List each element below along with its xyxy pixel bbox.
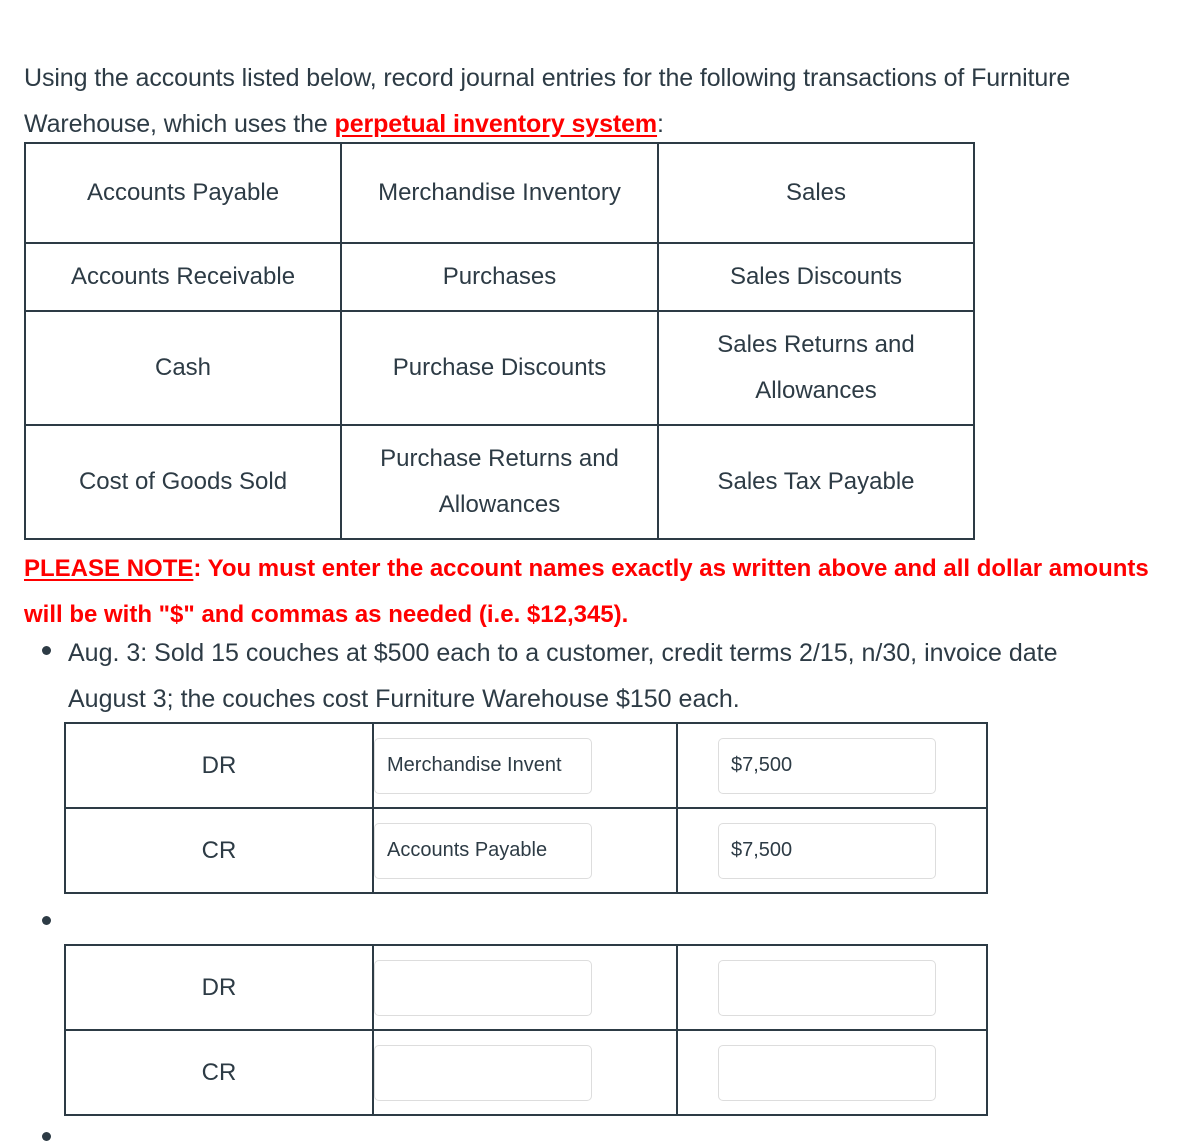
amount-input-1-dr[interactable]: [718, 737, 936, 794]
account-cell: Sales Returns and Allowances: [657, 310, 975, 426]
table-row: DR: [64, 944, 988, 1031]
account-cell: Sales: [657, 142, 975, 244]
table-row: Accounts Receivable Purchases Sales Disc…: [24, 242, 975, 312]
table-row: Cost of Goods Sold Purchase Returns and …: [24, 424, 975, 540]
account-cell: Cash: [24, 310, 342, 426]
account-cell: Purchases: [340, 242, 659, 312]
entry-type-label-dr: DR: [64, 722, 374, 809]
please-note-label: PLEASE NOTE: [24, 555, 194, 582]
amount-input-cell: [676, 722, 988, 809]
account-cell: Sales Discounts: [657, 242, 975, 312]
account-name-input-1-dr[interactable]: [374, 737, 592, 794]
amount-input-cell: [676, 1029, 988, 1116]
please-note-warning: PLEASE NOTE: You must enter the account …: [24, 546, 1164, 638]
table-row: Accounts Payable Merchandise Inventory S…: [24, 142, 975, 244]
please-note-text: : You must enter the account names exact…: [24, 555, 1149, 628]
journal-entry-table-1: DR CR: [64, 722, 988, 894]
intro-text-part2: :: [657, 110, 664, 138]
amount-input-cell: [676, 807, 988, 894]
journal-entry-table-2: DR CR: [64, 944, 988, 1116]
question-page: Using the accounts listed below, record …: [0, 0, 1200, 1141]
account-cell: Purchase Discounts: [340, 310, 659, 426]
table-row: CR: [64, 807, 988, 894]
entry-type-label-cr: CR: [64, 1029, 374, 1116]
table-row: DR: [64, 722, 988, 809]
table-row: CR: [64, 1029, 988, 1116]
amount-input-2-dr[interactable]: [718, 959, 936, 1016]
intro-emphasis-perpetual-inventory-system: perpetual inventory system: [334, 110, 658, 138]
amount-input-1-cr[interactable]: [718, 822, 936, 879]
list-item: Aug. 3: Sold 15 couches at $500 each to …: [42, 630, 1138, 722]
account-cell: Accounts Payable: [24, 142, 342, 244]
bullet-dot-icon: [42, 646, 51, 655]
amount-input-2-cr[interactable]: [718, 1044, 936, 1101]
accounts-reference-table: Accounts Payable Merchandise Inventory S…: [24, 142, 975, 540]
transaction-description: Aug. 3: Sold 15 couches at $500 each to …: [68, 639, 1058, 713]
account-input-cell: [372, 1029, 678, 1116]
account-cell: Accounts Receivable: [24, 242, 342, 312]
bullet-dot-icon: [42, 916, 51, 925]
amount-input-cell: [676, 944, 988, 1031]
list-item: [42, 904, 1138, 925]
list-item: [42, 1122, 1138, 1141]
question-intro-paragraph: Using the accounts listed below, record …: [24, 55, 1164, 147]
account-cell: Sales Tax Payable: [657, 424, 975, 540]
entry-type-label-cr: CR: [64, 807, 374, 894]
account-name-input-2-cr[interactable]: [374, 1044, 592, 1101]
account-input-cell: [372, 944, 678, 1031]
entry-type-label-dr: DR: [64, 944, 374, 1031]
account-name-input-2-dr[interactable]: [374, 959, 592, 1016]
account-cell: Cost of Goods Sold: [24, 424, 342, 540]
account-cell: Purchase Returns and Allowances: [340, 424, 659, 540]
account-input-cell: [372, 807, 678, 894]
account-name-input-1-cr[interactable]: [374, 822, 592, 879]
table-row: Cash Purchase Discounts Sales Returns an…: [24, 310, 975, 426]
account-input-cell: [372, 722, 678, 809]
account-cell: Merchandise Inventory: [340, 142, 659, 244]
